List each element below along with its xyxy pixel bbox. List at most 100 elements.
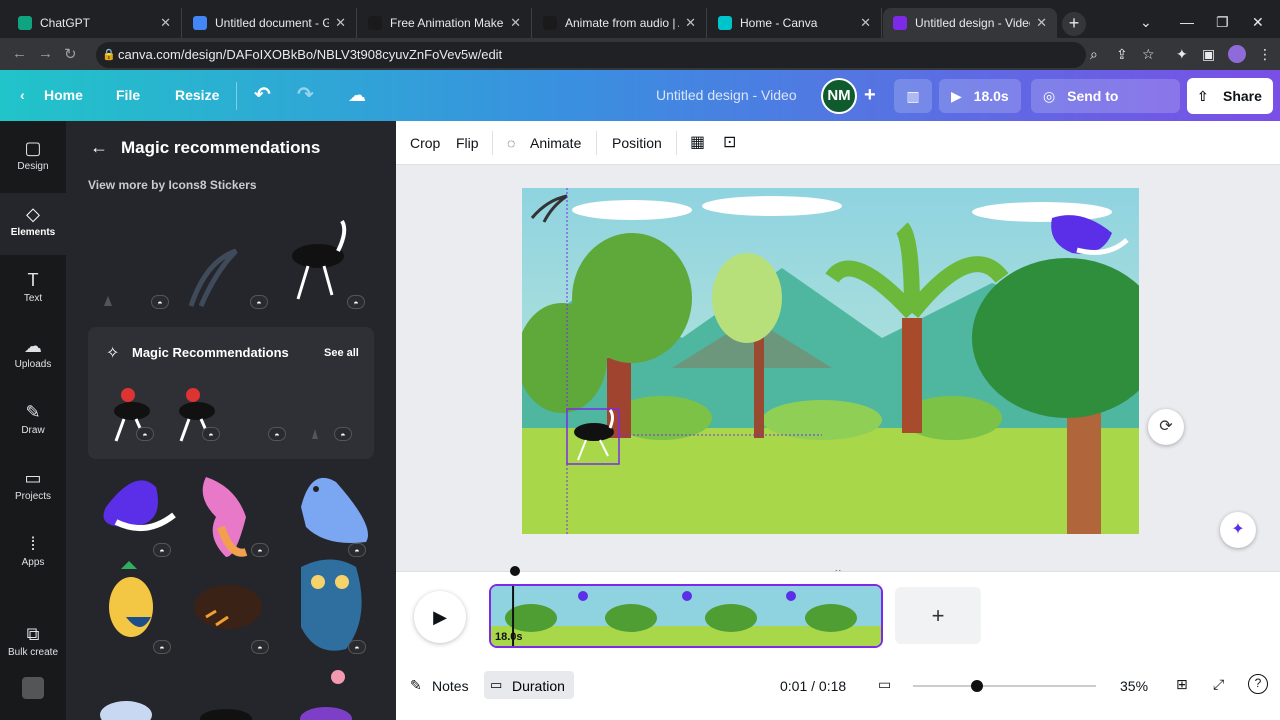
- browser-tab[interactable]: Untitled design - Video ✕: [883, 8, 1057, 38]
- close-tab-icon[interactable]: ✕: [160, 15, 171, 31]
- play-preview-button[interactable]: ▶ 18.0s: [939, 79, 1021, 113]
- close-tab-icon[interactable]: ✕: [1036, 15, 1047, 31]
- duration-button[interactable]: ▭ Duration: [484, 671, 574, 699]
- toolbar-divider: [676, 131, 677, 155]
- rail-icon: ◇: [26, 204, 40, 224]
- new-tab-button[interactable]: +: [1062, 12, 1086, 36]
- minimize-icon[interactable]: —: [1180, 14, 1194, 30]
- design-canvas[interactable]: [522, 188, 1139, 534]
- close-tab-icon[interactable]: ✕: [335, 15, 346, 31]
- timeline-play-button[interactable]: ▶: [414, 591, 466, 643]
- playhead-marker[interactable]: [510, 566, 520, 576]
- lock-icon: 🔒: [102, 49, 116, 61]
- close-window-icon[interactable]: ✕: [1252, 14, 1264, 31]
- rail-item-bulk-create[interactable]: ⧉ Bulk create: [0, 613, 66, 675]
- browser-tab[interactable]: Free Animation Maker for Y ✕: [358, 8, 532, 38]
- position-button[interactable]: Position: [612, 121, 662, 165]
- notes-icon[interactable]: ✎: [410, 677, 422, 694]
- panel-title: Magic recommendations: [121, 138, 321, 157]
- grid-view-icon[interactable]: ⊞: [1176, 676, 1188, 693]
- animate-icon[interactable]: ◌: [507, 121, 515, 165]
- resize-button[interactable]: Resize: [175, 70, 219, 121]
- profile-avatar[interactable]: [1228, 45, 1246, 63]
- crop-button[interactable]: Crop: [410, 121, 440, 165]
- browser-tab[interactable]: Animate from audio | Adob ✕: [533, 8, 707, 38]
- extensions-icon[interactable]: ✦: [1176, 46, 1188, 63]
- notes-button[interactable]: Notes: [432, 678, 469, 694]
- zoom-slider-knob[interactable]: [971, 680, 984, 692]
- tab-title: Animate from audio | Adob: [565, 16, 679, 30]
- insights-icon[interactable]: ▥: [894, 79, 932, 113]
- home-button[interactable]: Home: [44, 70, 83, 121]
- rail-item-elements[interactable]: ◇ Elements: [0, 193, 66, 255]
- user-thumbnail[interactable]: [22, 677, 44, 699]
- rail-icon: ▢: [24, 138, 42, 158]
- add-collaborator-icon[interactable]: +: [864, 70, 876, 121]
- rail-item-design[interactable]: ▢ Design: [0, 127, 66, 189]
- transparency-icon[interactable]: ▦: [690, 121, 705, 165]
- cloud-save-icon[interactable]: ☁: [348, 70, 366, 121]
- rail-item-uploads[interactable]: ☁ Uploads: [0, 325, 66, 387]
- tab-title: ChatGPT: [40, 16, 91, 30]
- zoom-slider-track[interactable]: [913, 685, 1096, 687]
- document-title[interactable]: Untitled design - Video: [656, 70, 797, 121]
- tab-title: Untitled design - Video: [915, 16, 1031, 30]
- send-to-teacher-button[interactable]: ◎ Send to teacher: [1031, 79, 1180, 138]
- sparkle-icon: ✧: [106, 345, 120, 362]
- fullscreen-icon[interactable]: ⤢: [1213, 676, 1224, 693]
- rail-item-text[interactable]: T Text: [0, 259, 66, 321]
- see-all-link[interactable]: See all: [324, 347, 359, 359]
- browser-tab[interactable]: Home - Canva ✕: [708, 8, 882, 38]
- yellow-chick-sticker: [109, 561, 153, 637]
- premium-badge-icon: ◓: [136, 427, 154, 441]
- premium-badge-icon: ◓: [348, 543, 366, 557]
- comment-icon[interactable]: ⟳: [1148, 409, 1184, 445]
- tab-search-icon[interactable]: ⌄: [1140, 14, 1152, 31]
- reload-icon[interactable]: ↻: [64, 45, 77, 63]
- browser-tab[interactable]: Untitled document - Googl ✕: [183, 8, 357, 38]
- clip-duration: 18.0s: [495, 631, 523, 643]
- undo-icon[interactable]: ↶: [254, 70, 271, 121]
- video-clip[interactable]: 18.0s: [489, 584, 883, 648]
- file-menu[interactable]: File: [116, 70, 140, 121]
- bookmark-star-icon[interactable]: ☆: [1142, 46, 1155, 63]
- menu-dots-icon[interactable]: ⋮: [1258, 46, 1272, 63]
- home-chevron-icon[interactable]: ‹: [20, 70, 25, 121]
- lock-icon[interactable]: ⊡: [723, 121, 736, 165]
- sidepanel-icon[interactable]: ▣: [1202, 46, 1215, 63]
- rail-item-apps[interactable]: ⁞ Apps: [0, 523, 66, 585]
- add-page-button[interactable]: +: [895, 587, 981, 644]
- clip-thumbnail-strip: [491, 586, 881, 646]
- address-bar[interactable]: 🔒 canva.com/design/DAFoIXOBkBo/NBLV3t908…: [96, 42, 1086, 68]
- forward-icon[interactable]: →: [38, 45, 53, 62]
- close-tab-icon[interactable]: ✕: [685, 15, 696, 31]
- animate-button[interactable]: Animate: [530, 121, 581, 165]
- magic-assistant-icon[interactable]: ✦: [1220, 512, 1256, 548]
- rail-icon: ☁: [24, 336, 42, 356]
- view-more-link[interactable]: View more by Icons8 Stickers: [88, 178, 257, 192]
- share-button[interactable]: ⇧ Share: [1187, 78, 1273, 114]
- collaborator-avatar[interactable]: NM: [821, 78, 857, 114]
- close-tab-icon[interactable]: ✕: [510, 15, 521, 31]
- back-arrow-icon[interactable]: ←: [90, 137, 108, 158]
- bush-row: [612, 396, 1002, 440]
- page-view-icon[interactable]: ▭: [878, 676, 891, 693]
- zoom-icon[interactable]: ⌕: [1090, 46, 1098, 63]
- close-tab-icon[interactable]: ✕: [860, 15, 871, 31]
- rail-item-draw[interactable]: ✎ Draw: [0, 391, 66, 453]
- bird-stickers-grid[interactable]: [86, 467, 376, 720]
- magic-recommendations-box: ✧ Magic Recommendations See all ◓ ◓ ◓ ◓: [88, 327, 374, 459]
- help-icon[interactable]: ?: [1248, 674, 1268, 694]
- back-icon[interactable]: ←: [12, 45, 27, 62]
- preview-duration: 18.0s: [973, 88, 1009, 104]
- forest-scene: [522, 188, 1139, 534]
- rail-item-projects[interactable]: ▭ Projects: [0, 457, 66, 519]
- elements-panel: ← Magic recommendations View more by Ico…: [66, 121, 396, 720]
- maximize-icon[interactable]: ❐: [1216, 14, 1229, 31]
- share-page-icon[interactable]: ⇪: [1116, 46, 1128, 63]
- tab-favicon-icon: [893, 16, 907, 30]
- redo-icon[interactable]: ↷: [297, 70, 314, 121]
- flip-button[interactable]: Flip: [456, 121, 479, 165]
- zoom-level[interactable]: 35%: [1120, 678, 1148, 694]
- browser-tab[interactable]: ChatGPT ✕: [8, 8, 182, 38]
